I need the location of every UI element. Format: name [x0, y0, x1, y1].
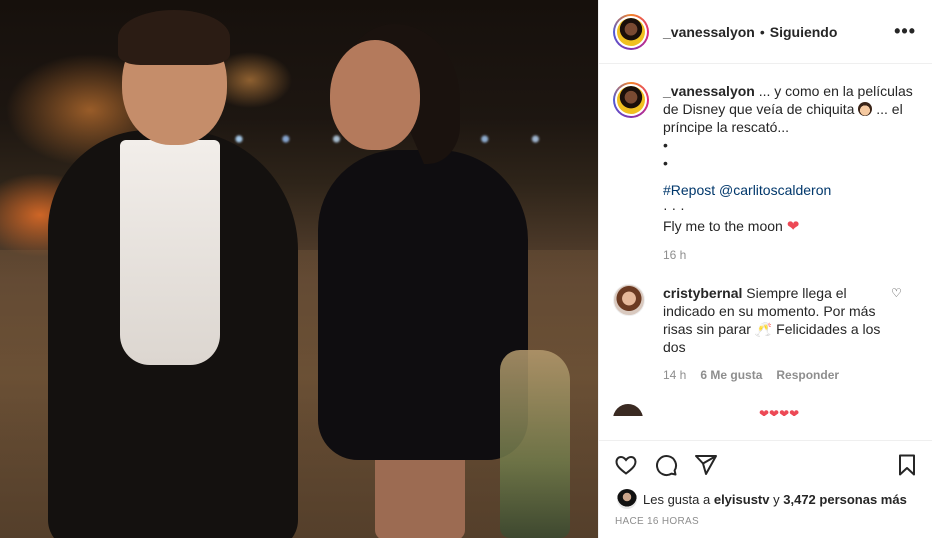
caption-dot-1: • [663, 137, 668, 153]
heart-icon[interactable] [613, 452, 639, 478]
caption-time[interactable]: 16 h [663, 246, 916, 264]
hearts-emoji-icon: ❤❤❤❤ [759, 407, 800, 416]
post-sidebar: _vanessalyon • Siguiendo ••• _vanessalyo… [598, 0, 932, 538]
post-timestamp[interactable]: HACE 16 HORAS [599, 510, 932, 538]
following-button[interactable]: Siguiendo [770, 24, 838, 40]
man-hair [118, 10, 230, 65]
avatar-image [617, 17, 645, 46]
flower-bouquet [500, 350, 570, 538]
caption-dots: · · · [663, 200, 685, 216]
comment-time[interactable]: 14 h [663, 368, 686, 382]
next-commenter-avatar[interactable] [613, 404, 643, 416]
girl-emoji-icon [858, 102, 873, 116]
caption-dot-2: • [663, 155, 668, 171]
caption-row: _vanessalyon ... y como en la películas … [613, 82, 916, 264]
post-header: _vanessalyon • Siguiendo ••• [599, 0, 932, 64]
next-comment-peek: ❤❤❤❤ [613, 404, 916, 416]
bookmark-icon[interactable] [894, 452, 920, 478]
header-separator: • [759, 23, 765, 40]
more-options-icon[interactable]: ••• [894, 21, 916, 42]
instagram-post-modal: _vanessalyon • Siguiendo ••• _vanessalyo… [0, 0, 932, 538]
repost-tag-link[interactable]: #Repost @carlitoscalderon [663, 181, 916, 199]
likes-count[interactable]: 3,472 personas más [783, 492, 907, 507]
likes-summary: Les gusta a elyisustv y 3,472 personas m… [599, 488, 932, 510]
red-heart-emoji-icon: ❤ [786, 218, 800, 235]
comment-icon[interactable] [653, 452, 679, 478]
reply-button[interactable]: Responder [776, 368, 839, 382]
comment-row: cristybernal Siempre llega el indicado e… [613, 284, 916, 382]
comment-likes[interactable]: 6 Me gusta [700, 368, 762, 382]
post-photo[interactable] [0, 0, 598, 538]
commenter-username[interactable]: cristybernal [663, 285, 742, 301]
man-shirt [120, 140, 220, 365]
caption-text: _vanessalyon ... y como en la películas … [663, 82, 916, 264]
caption-avatar[interactable] [613, 82, 649, 118]
author-avatar[interactable] [613, 13, 649, 50]
author-username[interactable]: _vanessalyon [663, 24, 755, 40]
commenter-avatar[interactable] [613, 284, 645, 316]
comments-area[interactable]: _vanessalyon ... y como en la películas … [599, 64, 932, 440]
action-bar [599, 440, 932, 488]
caption-fly-line: Fly me to the moon ❤ [663, 218, 800, 235]
liker-username[interactable]: elyisustv [714, 492, 770, 507]
toast-emoji-icon: 🥂 [754, 321, 773, 337]
comment-text: cristybernal Siempre llega el indicado e… [663, 284, 883, 356]
comment-meta: 14 h 6 Me gusta Responder [663, 368, 883, 382]
woman-head [330, 40, 420, 150]
liker-avatar[interactable] [617, 489, 637, 509]
comment-like-heart-icon[interactable]: ♡ [891, 286, 902, 382]
caption-username[interactable]: _vanessalyon [663, 83, 755, 99]
woman-figure [318, 150, 528, 460]
share-icon[interactable] [693, 452, 719, 478]
